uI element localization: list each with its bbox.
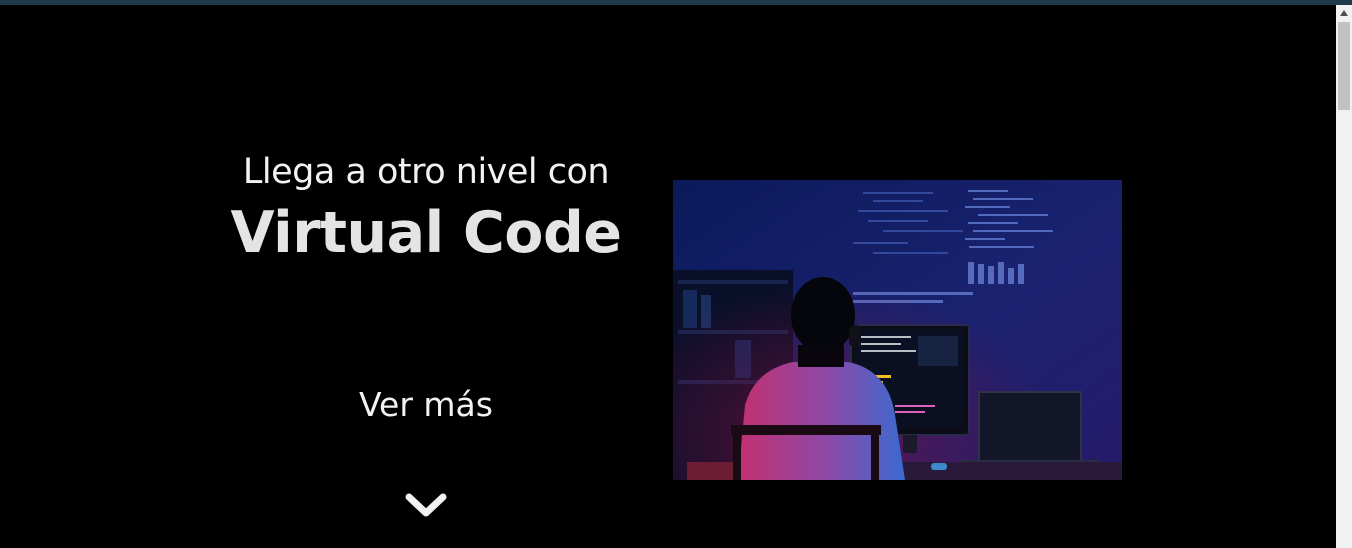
chevron-down-icon[interactable] (404, 490, 448, 520)
hero-heading: Llega a otro nivel con Virtual Code (226, 150, 626, 268)
hero-section (0, 5, 1336, 548)
see-more-link[interactable]: Ver más (226, 385, 626, 424)
hero-subtitle: Llega a otro nivel con (242, 152, 610, 192)
page-scrollbar[interactable] (1336, 5, 1352, 548)
scroll-up-arrow-icon[interactable] (1336, 5, 1352, 21)
scroll-thumb[interactable] (1338, 22, 1350, 110)
hero-image-programmer (673, 180, 1122, 480)
hero-title: Virtual Code (230, 200, 622, 266)
